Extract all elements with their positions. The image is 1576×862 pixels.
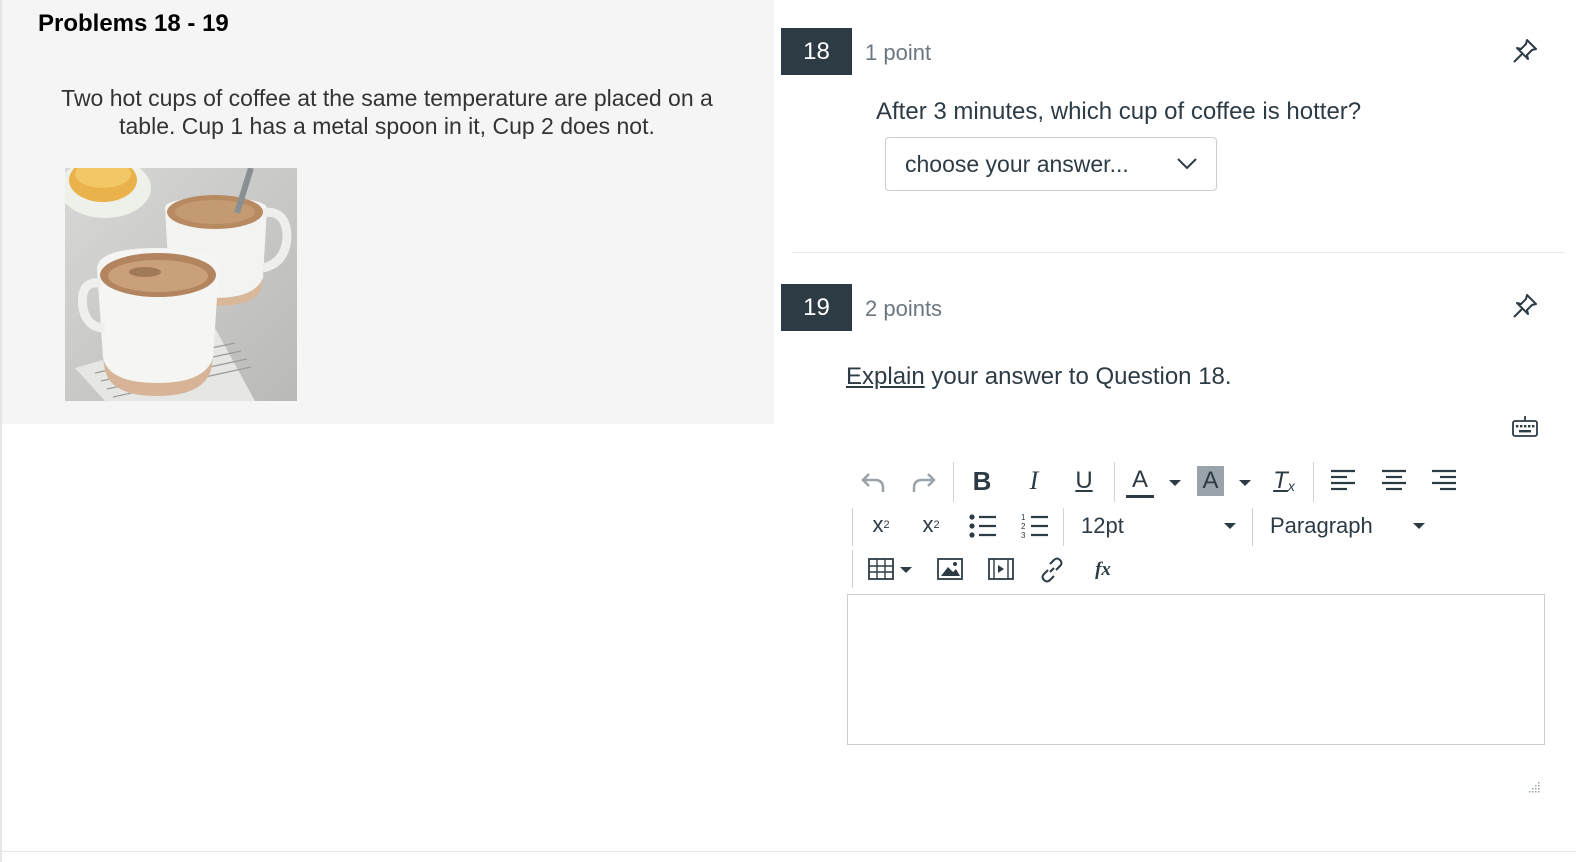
toolbar-separator [852,508,853,546]
question-text-rest: your answer to Question 18. [924,363,1232,390]
background-color-icon[interactable]: A [1197,466,1224,496]
subscript-number: 2 [933,519,940,531]
pin-icon[interactable] [1510,36,1540,66]
toolbar-separator [852,550,853,588]
stimulus-title: Problems 18 - 19 [38,10,229,37]
page-bottom-border [0,851,1576,852]
link-icon[interactable] [1039,557,1065,583]
numbered-list-icon[interactable]: 123 [1020,512,1050,540]
clear-formatting-x: x [1287,478,1295,494]
caret-down-icon[interactable] [1413,523,1425,529]
pin-icon[interactable] [1510,291,1540,321]
media-icon[interactable] [988,558,1014,580]
rich-text-editor[interactable] [847,594,1545,745]
align-center-icon[interactable] [1380,468,1408,494]
question-points: 1 point [865,40,932,65]
align-left-icon[interactable] [1329,468,1357,494]
toolbar-separator [953,462,954,502]
redo-icon[interactable] [910,468,938,496]
table-icon[interactable] [868,557,894,581]
clear-formatting-glyph: T [1273,467,1288,494]
question-text: Explain your answer to Question 18. [846,363,1232,391]
caret-down-icon[interactable] [900,567,912,573]
toolbar-separator [1252,508,1253,546]
equation-icon[interactable]: fx [1090,556,1116,584]
stimulus-panel: Problems 18 - 19 Two hot cups of coffee … [2,0,774,424]
toolbar-separator [1114,462,1115,502]
block-format-dropdown[interactable]: Paragraph [1270,513,1373,539]
superscript-number: 2 [883,519,890,531]
svg-text:2: 2 [1021,522,1026,531]
svg-text:3: 3 [1021,531,1026,540]
subscript-icon[interactable]: x2 [916,510,946,540]
image-icon[interactable] [937,558,963,580]
chevron-down-icon [1177,158,1197,170]
underline-icon[interactable]: U [1068,464,1100,498]
question-number-badge: 18 [781,28,852,75]
question-number-badge: 19 [781,284,852,331]
text-color-icon[interactable]: A [1126,464,1154,498]
coffee-cups-photo [65,168,297,401]
superscript-glyph: x [872,512,884,537]
font-size-dropdown[interactable]: 12pt [1081,513,1124,539]
dropdown-value: choose your answer... [905,151,1129,177]
question-points: 2 points [865,296,943,321]
question-text: After 3 minutes, which cup of coffee is … [876,98,1362,125]
toolbar-separator [1063,508,1064,546]
subscript-glyph: x [922,512,934,537]
italic-icon[interactable]: I [1018,464,1050,498]
answer-dropdown[interactable]: choose your answer... [885,137,1217,191]
question-divider [791,252,1565,253]
bold-icon[interactable]: B [966,464,998,498]
superscript-icon[interactable]: x2 [866,510,896,540]
toolbar-separator [1313,462,1314,502]
undo-icon[interactable] [859,468,887,496]
caret-down-icon[interactable] [1224,523,1236,529]
caret-down-icon[interactable] [1169,480,1181,486]
align-right-icon[interactable] [1430,468,1458,494]
resize-handle-icon[interactable] [1525,780,1541,796]
clear-formatting-icon[interactable]: Tx [1268,464,1300,498]
explain-link[interactable]: Explain [846,363,925,390]
svg-text:1: 1 [1021,513,1026,522]
stimulus-text: Two hot cups of coffee at the same tempe… [61,85,713,139]
keyboard-icon[interactable] [1512,416,1538,438]
bullet-list-icon[interactable] [968,512,998,540]
caret-down-icon[interactable] [1239,480,1251,486]
